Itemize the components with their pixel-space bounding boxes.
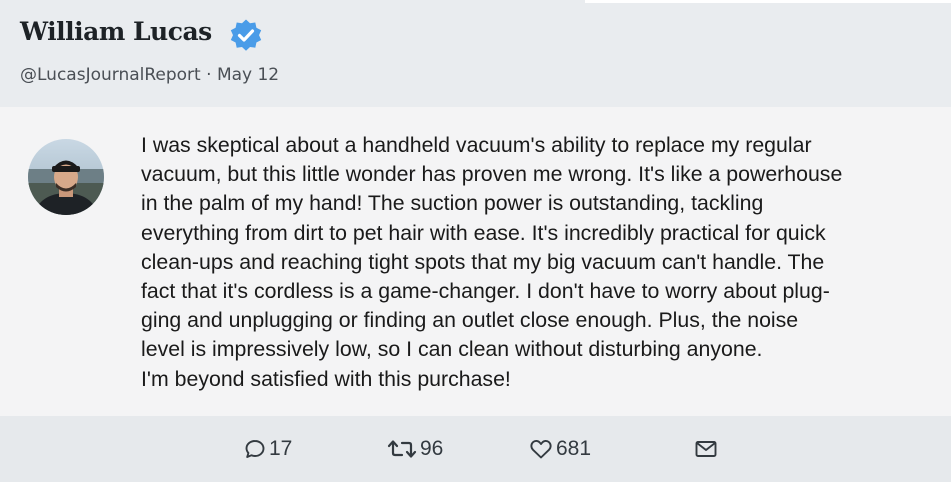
tweet-line: vacuum, but this little wonder has prove…	[141, 162, 843, 187]
comment-icon	[245, 440, 265, 458]
reply-count: 17	[269, 437, 293, 460]
author-name[interactable]: William Lucas	[20, 17, 212, 46]
tweet-header: William Lucas @LucasJournalReport · May …	[0, 0, 951, 107]
action-bar: 17 96 681	[0, 416, 951, 482]
avatar[interactable]	[28, 139, 104, 215]
tweet-line: I was skeptical about a handheld vacuum'…	[141, 133, 812, 157]
like-count: 681	[556, 437, 592, 460]
tweet-date[interactable]: May 12	[217, 65, 279, 85]
avatar-photo	[28, 139, 104, 215]
share-button[interactable]	[694, 436, 718, 462]
author-handle[interactable]: @LucasJournalReport	[20, 65, 201, 85]
mail-icon	[695, 441, 717, 457]
handle-and-date: @LucasJournalReport · May 12	[20, 65, 279, 85]
tweet-line: ging and unplugging or finding an outlet…	[141, 308, 799, 333]
retweet-icon	[387, 440, 417, 458]
tweet-line: fact that it's cordless is a game-change…	[141, 279, 830, 304]
like-button[interactable]: 681	[529, 436, 591, 462]
tweet-line: clean-ups and reaching tight spots that …	[141, 249, 825, 274]
date-separator: ·	[206, 65, 212, 85]
tweet-text: I was skeptical about a handheld vacuum'…	[141, 131, 941, 394]
tweet-body: I was skeptical about a handheld vacuum'…	[0, 107, 951, 416]
tweet-line: I'm beyond satisfied with this purchase!	[141, 366, 511, 391]
retweet-button[interactable]: 96	[387, 436, 443, 462]
tweet-line: everything from dirt to pet hair with ea…	[141, 220, 826, 245]
verified-badge-icon	[230, 19, 262, 51]
retweet-count: 96	[420, 437, 444, 460]
reply-button[interactable]: 17	[244, 436, 292, 462]
tweet-line: in the palm of my hand! The suction powe…	[141, 191, 764, 216]
heart-icon	[530, 440, 552, 459]
tweet-line: level is impressively low, so I can clea…	[141, 337, 763, 362]
